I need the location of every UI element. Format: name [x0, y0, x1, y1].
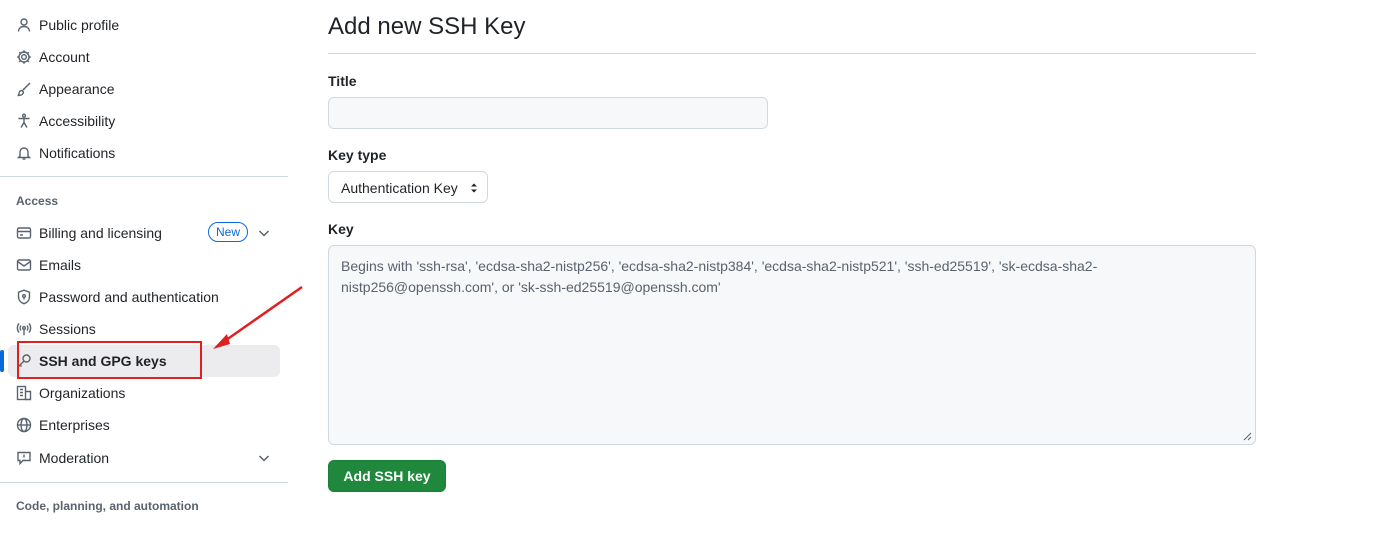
key-placeholder: Begins with 'ssh-rsa', 'ecdsa-sha2-nistp…: [341, 258, 1098, 295]
sidebar-item-label: Accessibility: [39, 113, 116, 129]
key-label: Key: [328, 221, 354, 237]
organization-icon: [16, 385, 32, 401]
settings-sidebar: Public profile Account Appearance Access…: [0, 0, 303, 535]
chevron-down-icon[interactable]: [256, 450, 272, 466]
bell-icon: [16, 145, 32, 161]
sidebar-divider: [0, 176, 288, 177]
resize-grip-icon[interactable]: [1243, 432, 1252, 441]
sidebar-item-appearance[interactable]: Appearance: [8, 73, 280, 105]
title-divider: [328, 53, 1256, 54]
sidebar-item-enterprises[interactable]: Enterprises: [8, 409, 280, 441]
select-arrows-icon: [471, 183, 477, 193]
sidebar-item-label: Appearance: [39, 81, 115, 97]
sidebar-item-notifications[interactable]: Notifications: [8, 137, 280, 169]
sidebar-item-label: Enterprises: [39, 417, 110, 433]
key-type-select[interactable]: Authentication Key: [328, 171, 488, 203]
shield-lock-icon: [16, 289, 32, 305]
sidebar-item-accessibility[interactable]: Accessibility: [8, 105, 280, 137]
broadcast-icon: [16, 321, 32, 337]
person-icon: [16, 17, 32, 33]
active-indicator: [0, 350, 4, 372]
sidebar-divider: [0, 482, 288, 483]
sidebar-item-label: Notifications: [39, 145, 116, 161]
sidebar-item-label: Billing and licensing: [39, 225, 162, 241]
annotation-highlight-box: [17, 341, 202, 379]
key-type-value: Authentication Key: [341, 180, 458, 196]
section-heading-access: Access: [16, 194, 59, 208]
title-input[interactable]: [328, 97, 768, 129]
sidebar-item-public-profile[interactable]: Public profile: [8, 9, 280, 41]
add-ssh-key-button[interactable]: Add SSH key: [328, 460, 446, 492]
sidebar-item-label: Password and authentication: [39, 289, 219, 305]
sidebar-item-label: Organizations: [39, 385, 126, 401]
sidebar-item-moderation[interactable]: Moderation: [8, 442, 280, 474]
sidebar-item-organizations[interactable]: Organizations: [8, 377, 280, 409]
accessibility-icon: [16, 113, 32, 129]
credit-card-icon: [16, 225, 32, 241]
sidebar-item-emails[interactable]: Emails: [8, 249, 280, 281]
globe-icon: [16, 417, 32, 433]
paintbrush-icon: [16, 81, 32, 97]
sidebar-item-account[interactable]: Account: [8, 41, 280, 73]
key-type-label: Key type: [328, 147, 387, 163]
sidebar-item-label: Moderation: [39, 450, 110, 466]
title-label: Title: [328, 73, 357, 89]
mail-icon: [16, 257, 32, 273]
gear-icon: [16, 49, 32, 65]
sidebar-item-label: Account: [39, 49, 90, 65]
sidebar-item-label: Public profile: [39, 17, 120, 33]
new-badge: New: [208, 222, 249, 242]
annotation-arrow-icon: [213, 285, 303, 349]
key-textarea[interactable]: Begins with 'ssh-rsa', 'ecdsa-sha2-nistp…: [328, 245, 1256, 445]
sidebar-item-label: Emails: [39, 257, 82, 273]
sidebar-item-label: Sessions: [39, 321, 96, 337]
chevron-down-icon[interactable]: [256, 225, 272, 241]
page-title: Add new SSH Key: [328, 13, 526, 40]
section-heading-code-planning: Code, planning, and automation: [16, 499, 199, 513]
report-icon: [16, 450, 32, 466]
